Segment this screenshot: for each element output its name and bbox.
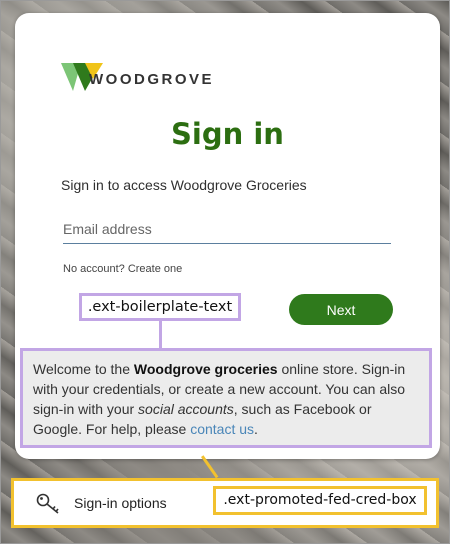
woodgrove-logo: WOODGROVE	[59, 59, 219, 95]
no-account-text: No account?	[63, 263, 125, 275]
signin-options-label: Sign-in options	[74, 495, 167, 511]
boilerplate-annotation-connector	[159, 321, 162, 350]
boilerplate-italic-text: social accounts	[138, 401, 234, 417]
page-title: Sign in	[171, 117, 284, 151]
no-account-row: No account? Create one	[63, 263, 182, 275]
email-field[interactable]	[63, 215, 391, 244]
boilerplate-annotation-label: .ext-boilerplate-text	[79, 293, 241, 321]
signin-subtitle: Sign in to access Woodgrove Groceries	[61, 177, 307, 193]
promoted-fed-cred-box: Sign-in options .ext-promoted-fed-cred-b…	[11, 478, 439, 528]
boilerplate-text-part: .	[254, 421, 258, 437]
create-account-link[interactable]: Create one	[128, 263, 182, 275]
boilerplate-text: Welcome to the Woodgrove groceries onlin…	[20, 348, 432, 448]
contact-us-link[interactable]: contact us	[190, 421, 254, 437]
signin-options-button[interactable]: Sign-in options	[14, 481, 209, 525]
page-background: WOODGROVE Sign in Sign in to access Wood…	[0, 0, 450, 544]
boilerplate-text-part: Welcome to the	[33, 361, 134, 377]
key-icon	[36, 493, 59, 514]
boilerplate-bold-text: Woodgrove groceries	[133, 361, 278, 377]
next-button[interactable]: Next	[289, 294, 393, 325]
logo-text: WOODGROVE	[89, 71, 215, 88]
fed-cred-annotation-label: .ext-promoted-fed-cred-box	[213, 486, 427, 515]
